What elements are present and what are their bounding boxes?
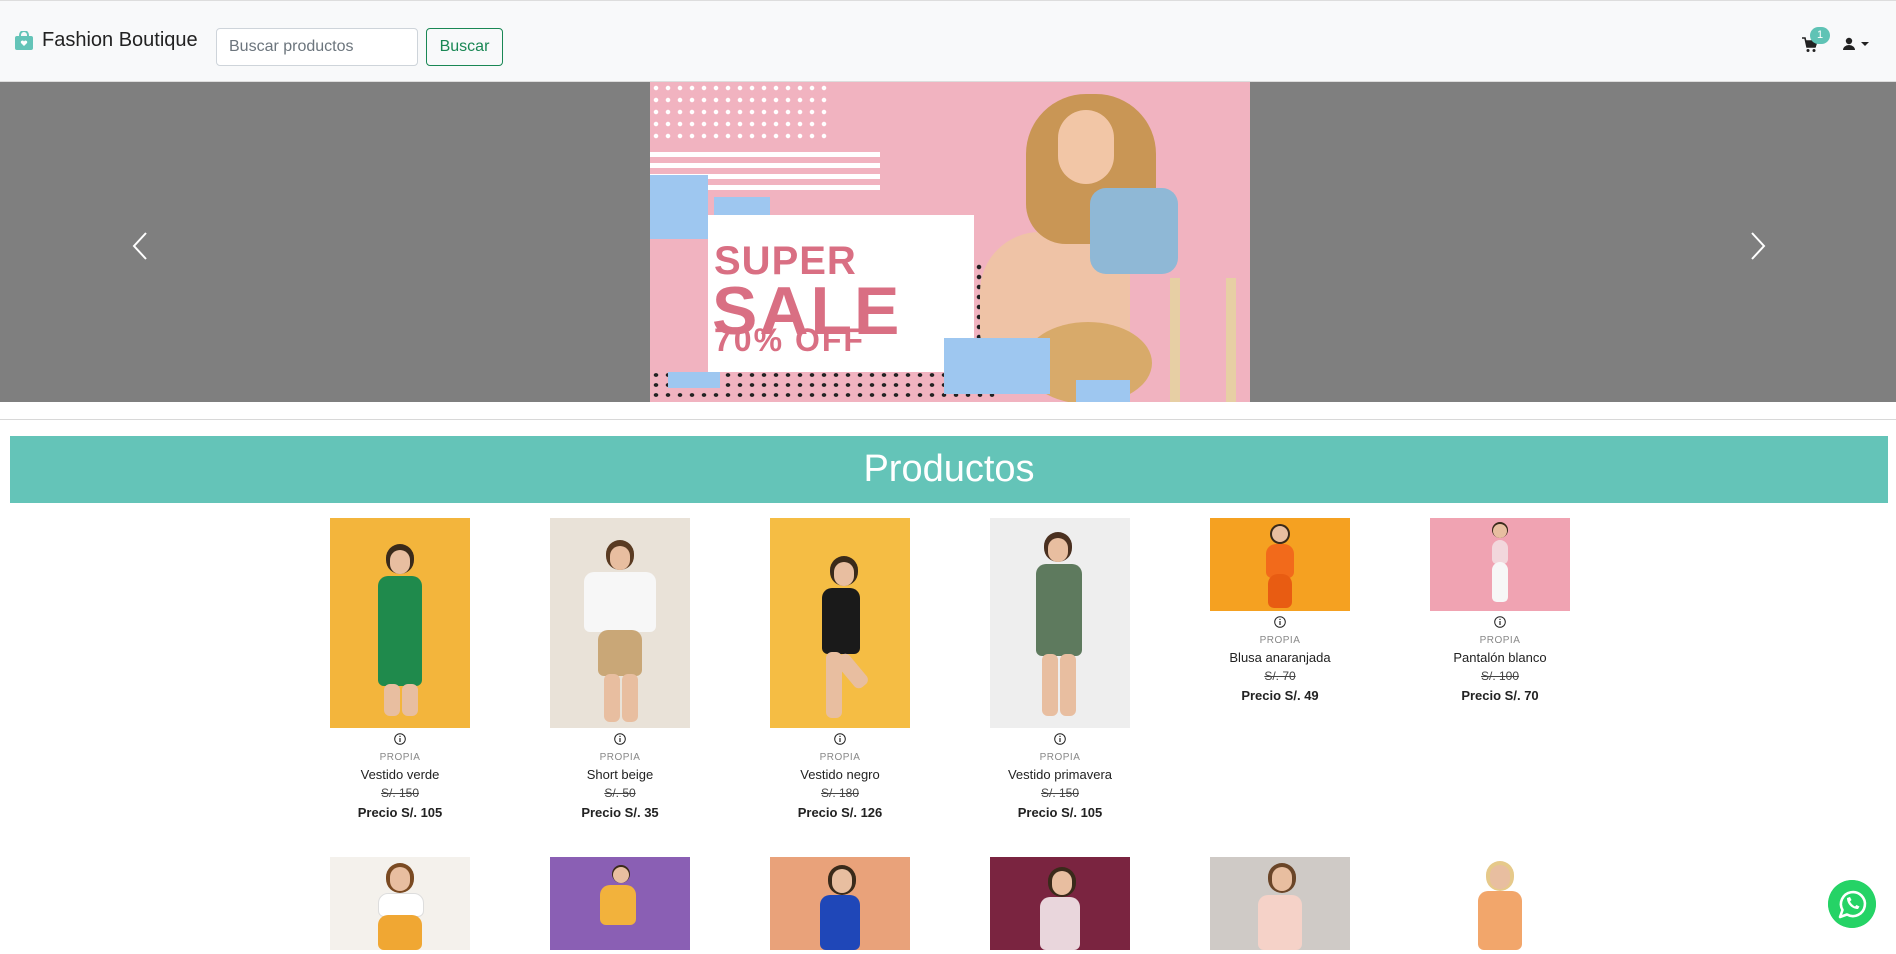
product-image[interactable] <box>550 857 690 950</box>
shopping-bag-icon <box>15 30 33 50</box>
product-image[interactable] <box>770 857 910 950</box>
carousel: SUPER SALE 70% OFF <box>0 82 1896 402</box>
product-old-price: S/. 150 <box>1040 786 1080 800</box>
product-brand: PROPIA <box>1039 752 1081 763</box>
product-image[interactable] <box>330 857 470 950</box>
product-card[interactable]: PROPIA Vestido verde S/. 150 Precio S/. … <box>330 518 470 822</box>
product-image[interactable] <box>330 518 470 728</box>
product-price: Precio S/. 70 <box>1461 688 1539 703</box>
product-price: Precio S/. 126 <box>797 805 883 820</box>
search-button[interactable]: Buscar <box>426 28 503 66</box>
product-card[interactable]: PROPIA Blusa anaranjada S/. 70 Precio S/… <box>1210 518 1350 705</box>
product-card[interactable]: PROPIA Pantalón blanco S/. 100 Precio S/… <box>1430 518 1570 705</box>
product-price: Precio S/. 35 <box>581 805 659 820</box>
product-name: Vestido verde <box>360 767 440 782</box>
products-section-header: Productos <box>10 436 1888 503</box>
product-old-price: S/. 100 <box>1480 669 1520 683</box>
product-card[interactable]: PROPIA Vestido primavera S/. 150 Precio … <box>990 518 1130 822</box>
navbar: Fashion Boutique Buscar 1 <box>0 0 1896 82</box>
product-card[interactable]: PROPIA Vestido negro S/. 180 Precio S/. … <box>770 518 910 822</box>
product-image[interactable] <box>1210 518 1350 611</box>
product-old-price: S/. 70 <box>1264 669 1296 683</box>
product-old-price: S/. 150 <box>380 786 420 800</box>
product-card[interactable] <box>770 857 910 950</box>
carousel-slide-banner: SUPER SALE 70% OFF <box>650 82 1250 402</box>
product-card[interactable] <box>1430 857 1570 950</box>
product-brand: PROPIA <box>819 752 861 763</box>
info-icon[interactable] <box>1274 616 1286 628</box>
info-icon[interactable] <box>1494 616 1506 628</box>
banner-line-discount: 70% OFF <box>714 322 865 358</box>
product-brand: PROPIA <box>1259 635 1301 646</box>
search-input[interactable] <box>216 28 418 66</box>
product-card[interactable] <box>550 857 690 950</box>
product-image[interactable] <box>550 518 690 728</box>
product-price: Precio S/. 49 <box>1241 688 1319 703</box>
product-image[interactable] <box>1430 518 1570 611</box>
user-menu[interactable] <box>1842 37 1870 51</box>
info-icon[interactable] <box>614 733 626 745</box>
chevron-right-icon[interactable] <box>1746 230 1770 262</box>
whatsapp-icon[interactable] <box>1828 880 1876 928</box>
product-old-price: S/. 180 <box>820 786 860 800</box>
user-icon <box>1843 37 1855 50</box>
product-image[interactable] <box>770 518 910 728</box>
product-name: Pantalón blanco <box>1453 650 1547 665</box>
product-image[interactable] <box>990 518 1130 728</box>
product-brand: PROPIA <box>1479 635 1521 646</box>
caret-down-icon <box>1861 42 1869 46</box>
chevron-left-icon[interactable] <box>128 230 152 262</box>
section-title: Productos <box>863 448 1035 490</box>
brand-name: Fashion Boutique <box>42 29 198 51</box>
product-image[interactable] <box>1210 857 1350 950</box>
cart-count-badge: 1 <box>1810 27 1830 44</box>
product-name: Vestido negro <box>800 767 880 782</box>
brand[interactable]: Fashion Boutique <box>14 29 198 52</box>
info-icon[interactable] <box>394 733 406 745</box>
info-icon[interactable] <box>834 733 846 745</box>
product-name: Short beige <box>586 767 654 782</box>
product-price: Precio S/. 105 <box>357 805 443 820</box>
product-card[interactable]: PROPIA Short beige S/. 50 Precio S/. 35 <box>550 518 690 822</box>
product-image[interactable] <box>990 857 1130 950</box>
divider <box>0 419 1896 420</box>
info-icon[interactable] <box>1054 733 1066 745</box>
product-card[interactable] <box>990 857 1130 950</box>
product-name: Blusa anaranjada <box>1229 650 1331 665</box>
product-price: Precio S/. 105 <box>1017 805 1103 820</box>
product-name: Vestido primavera <box>1007 767 1113 782</box>
product-brand: PROPIA <box>379 752 421 763</box>
product-card[interactable] <box>330 857 470 950</box>
product-card[interactable] <box>1210 857 1350 950</box>
product-brand: PROPIA <box>599 752 641 763</box>
product-image[interactable] <box>1430 857 1570 950</box>
product-old-price: S/. 50 <box>604 786 636 800</box>
